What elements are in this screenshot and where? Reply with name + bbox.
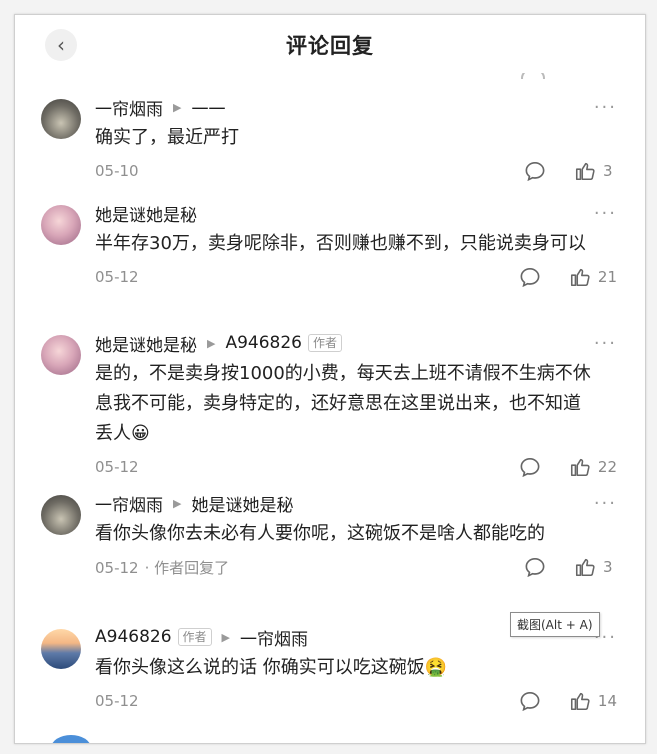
- comment-actions: 21: [519, 266, 617, 288]
- reply-to-name[interactable]: 一帘烟雨: [240, 625, 308, 650]
- author-name[interactable]: 一帘烟雨: [95, 95, 163, 120]
- comment-text-body: 是的，不是卖身按1000的小费，每天去上班不请假不生病不休息我不可能，卖身特定的…: [95, 363, 591, 444]
- avatar[interactable]: [41, 99, 81, 139]
- comment-meta: 05-12 14: [95, 683, 617, 719]
- comment-actions: 3: [524, 160, 617, 182]
- author-name[interactable]: 她是谜她是秘: [95, 201, 197, 226]
- screenshot-tooltip: 截图(Alt + A): [510, 612, 600, 637]
- comment-item: 一帘烟雨 ▶ 一一 ··· 确实了，最近严打 05-10 3: [15, 93, 645, 199]
- like-count: 3: [603, 162, 613, 180]
- avatar[interactable]: [41, 629, 81, 669]
- author-line: 她是谜她是秘: [95, 199, 593, 227]
- author-line: 她是谜她是秘 ▶ A946826 作者: [95, 329, 593, 357]
- like-button[interactable]: 3: [574, 160, 617, 182]
- reply-arrow-icon: ▶: [221, 630, 231, 644]
- comment-list: 一帘烟雨 ▶ 一一 ··· 确实了，最近严打 05-10 3 她是谜她是秘 ··…: [15, 93, 645, 733]
- thumbs-up-icon: [575, 162, 595, 181]
- previous-comment-actions: [505, 73, 575, 79]
- author-badge: 作者: [177, 628, 212, 646]
- like-count: 3: [603, 558, 613, 576]
- avatar[interactable]: [41, 335, 81, 375]
- comment-actions: 22: [519, 456, 617, 478]
- reply-to-name[interactable]: A946826: [225, 333, 302, 353]
- comment-text-body: 看你头像这么说的话 你确实可以吃这碗饭: [95, 657, 425, 678]
- thumbs-up-icon: [575, 558, 595, 577]
- author-line: 一帘烟雨 ▶ 一一: [95, 93, 593, 121]
- more-dots-icon[interactable]: ···: [594, 203, 617, 224]
- author-replied-status: · 作者回复了: [144, 558, 230, 577]
- avatar[interactable]: [41, 205, 81, 245]
- comment-item: 她是谜她是秘 ··· 半年存30万，卖身呢除非，否则赚也赚不到，只能说卖身可以 …: [15, 199, 645, 329]
- thumbs-up-icon: [570, 458, 590, 477]
- like-button[interactable]: 14: [569, 690, 617, 712]
- comment-bubble-icon[interactable]: [524, 557, 546, 577]
- comment-date: 05-10: [95, 162, 139, 180]
- author-name[interactable]: 她是谜她是秘: [95, 331, 197, 356]
- reply-to-name[interactable]: 一一: [191, 95, 225, 120]
- author-badge: 作者: [308, 334, 343, 352]
- comment-meta: 05-10 3: [95, 153, 613, 189]
- comment-item: 一帘烟雨 ▶ 她是谜她是秘 ··· 看你头像你去未必有人要你呢，这碗饭不是啥人都…: [15, 489, 645, 623]
- like-count: 14: [597, 692, 617, 710]
- comment-text: 半年存30万，卖身呢除非，否则赚也赚不到，只能说卖身可以: [95, 233, 586, 254]
- more-dots-icon[interactable]: ···: [594, 493, 617, 514]
- avatar[interactable]: [41, 495, 81, 535]
- comment-meta: 05-12 · 作者回复了 3: [95, 549, 613, 585]
- like-count: 22: [597, 458, 617, 476]
- vomit-emoji: 🤮: [424, 657, 448, 678]
- comment-item: 她是谜她是秘 ▶ A946826 作者 ··· 是的，不是卖身按1000的小费，…: [15, 329, 645, 489]
- comment-meta: 05-12 21: [95, 259, 617, 295]
- reply-arrow-icon: ▶: [173, 100, 182, 114]
- more-dots-icon[interactable]: ···: [594, 97, 617, 118]
- page-title: 评论回复: [286, 34, 374, 58]
- like-count: 21: [597, 268, 617, 286]
- grin-emoji: 😀: [131, 423, 150, 444]
- author-name[interactable]: 一帘烟雨: [95, 491, 163, 516]
- comment-bubble-icon[interactable]: [524, 161, 546, 181]
- reply-arrow-icon: ▶: [207, 336, 216, 350]
- comment-meta: 05-12 22: [95, 449, 617, 485]
- author-name[interactable]: A946826: [95, 627, 172, 647]
- comment-item: A946826 作者 ▶ 一帘烟雨 ··· 看你头像这么说的话 你确实可以吃这碗…: [15, 623, 645, 733]
- like-button[interactable]: 22: [569, 456, 617, 478]
- thumbs-up-icon: [570, 692, 590, 711]
- comment-text: 确实了，最近严打: [95, 127, 239, 148]
- like-button[interactable]: 21: [569, 266, 617, 288]
- comment-date: 05-12 · 作者回复了: [95, 557, 593, 578]
- reply-to-name[interactable]: 她是谜她是秘: [191, 491, 293, 516]
- author-line: 一帘烟雨 ▶ 她是谜她是秘: [95, 489, 593, 517]
- next-avatar-peek: [51, 735, 91, 743]
- comment-actions: 3: [524, 556, 617, 578]
- more-dots-icon[interactable]: ···: [594, 333, 617, 354]
- comment-date-value: 05-12: [95, 558, 139, 577]
- comment-bubble-icon[interactable]: [519, 267, 541, 287]
- reply-arrow-icon: ▶: [173, 496, 182, 510]
- thumbs-up-icon: [570, 268, 590, 287]
- back-button[interactable]: ‹: [45, 29, 77, 61]
- comment-text: 看你头像你去未必有人要你呢，这碗饭不是啥人都能吃的: [95, 523, 545, 544]
- comment-text: 看你头像这么说的话 你确实可以吃这碗饭🤮: [95, 653, 593, 683]
- comment-bubble-icon[interactable]: [519, 457, 541, 477]
- comment-text: 是的，不是卖身按1000的小费，每天去上班不请假不生病不休息我不可能，卖身特定的…: [95, 359, 593, 449]
- chevron-left-icon: ‹: [57, 33, 65, 57]
- header-bar: ‹ 评论回复: [15, 15, 645, 75]
- like-button[interactable]: 3: [574, 556, 617, 578]
- comment-bubble-icon[interactable]: [519, 691, 541, 711]
- comment-actions: 14: [519, 690, 617, 712]
